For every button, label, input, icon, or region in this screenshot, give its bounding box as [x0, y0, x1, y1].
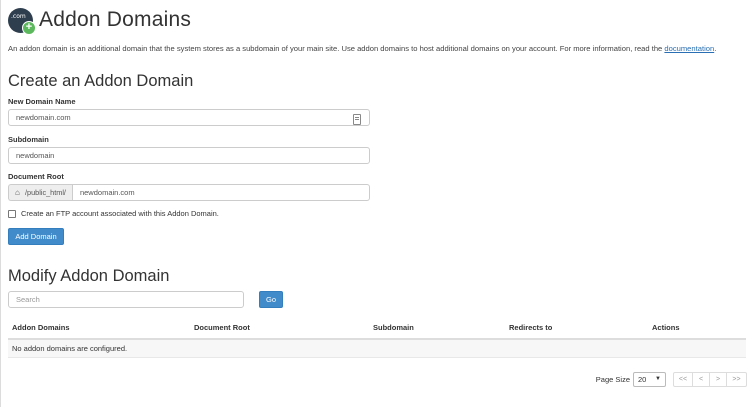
page-size-value: 20	[638, 375, 647, 384]
create-section-title: Create an Addon Domain	[8, 72, 194, 90]
add-domain-button[interactable]: Add Domain	[8, 228, 64, 245]
new-domain-label: New Domain Name	[8, 97, 76, 106]
modify-section-title: Modify Addon Domain	[8, 267, 170, 285]
description-text: An addon domain is an additional domain …	[8, 44, 665, 53]
empty-table-message: No addon domains are configured.	[12, 344, 128, 353]
document-root-placeholder: newdomain.com	[79, 188, 135, 197]
page-title: Addon Domains	[39, 8, 192, 31]
column-header-document-root[interactable]: Document Root	[194, 323, 250, 332]
documentation-link[interactable]: documentation	[664, 44, 714, 53]
page-left-border	[0, 0, 1, 407]
column-header-addon-domains[interactable]: Addon Domains	[12, 323, 70, 332]
column-header-redirects-to[interactable]: Redirects to	[509, 323, 552, 332]
logo-text: .com	[11, 12, 26, 20]
document-root-group: ⌂ /public_html/ newdomain.com	[8, 184, 370, 201]
pagination: Page Size 20 ▼ << < > >>	[596, 372, 747, 387]
search-input[interactable]: Search	[8, 291, 244, 308]
page-description: An addon domain is an additional domain …	[8, 44, 716, 53]
document-root-input[interactable]: newdomain.com	[71, 184, 370, 201]
new-domain-placeholder: newdomain.com	[16, 113, 71, 122]
first-page-button[interactable]: <<	[673, 372, 693, 387]
chevron-down-icon: ▼	[655, 376, 661, 382]
previous-page-button[interactable]: <	[693, 372, 710, 387]
column-header-actions: Actions	[652, 323, 680, 332]
ftp-checkbox[interactable]	[8, 209, 16, 218]
document-root-prefix: ⌂ /public_html/	[8, 184, 72, 201]
document-root-prefix-text: /public_html/	[25, 188, 66, 197]
subdomain-placeholder: newdomain	[16, 151, 55, 160]
subdomain-label: Subdomain	[8, 135, 49, 144]
ftp-checkbox-row: Create an FTP account associated with th…	[8, 209, 219, 218]
page-size-select[interactable]: 20 ▼	[633, 372, 666, 387]
subdomain-input[interactable]: newdomain	[8, 147, 370, 164]
ftp-checkbox-label[interactable]: Create an FTP account associated with th…	[21, 209, 219, 218]
contact-card-icon	[353, 114, 361, 125]
last-page-button[interactable]: >>	[727, 372, 747, 387]
column-header-subdomain[interactable]: Subdomain	[373, 323, 414, 332]
table-row: No addon domains are configured.	[8, 340, 746, 358]
page-size-label: Page Size	[595, 375, 630, 384]
go-button[interactable]: Go	[259, 291, 283, 308]
new-domain-input[interactable]: newdomain.com	[8, 109, 370, 126]
domain-plus-icon: .com +	[8, 7, 36, 35]
next-page-button[interactable]: >	[710, 372, 727, 387]
home-icon: ⌂	[15, 188, 20, 197]
description-end: .	[714, 44, 717, 53]
plus-badge-icon: +	[22, 20, 36, 35]
document-root-label: Document Root	[8, 172, 64, 181]
table-header: Addon Domains Document Root Subdomain Re…	[8, 318, 746, 340]
page-header: .com + Addon Domains	[8, 6, 192, 35]
search-placeholder: Search	[16, 295, 40, 304]
